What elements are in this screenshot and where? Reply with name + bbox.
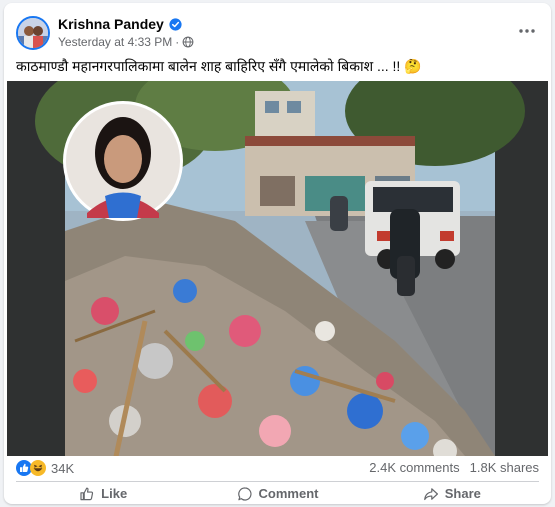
share-button[interactable]: Share (365, 483, 539, 504)
author-avatar[interactable] (16, 16, 50, 50)
post-card: Krishna Pandey Yesterday at 4:33 PM · का… (4, 3, 551, 504)
post-stats: 2.4K comments 1.8K shares (369, 460, 539, 475)
actions-divider (16, 481, 539, 482)
avatar-image (18, 18, 48, 48)
shares-count[interactable]: 1.8K shares (470, 460, 539, 475)
verified-badge-icon (169, 17, 182, 31)
reaction-count: 34K (51, 460, 75, 476)
post-timestamp[interactable]: Yesterday at 4:33 PM (58, 35, 172, 49)
comment-bubble-icon (237, 486, 252, 501)
author-name-text: Krishna Pandey (58, 16, 164, 32)
globe-icon (182, 36, 194, 48)
thinking-emoji-icon: 🤔 (404, 58, 422, 74)
comment-button[interactable]: Comment (190, 483, 364, 504)
like-label: Like (101, 486, 128, 501)
reactions-summary[interactable]: 34K (16, 460, 74, 476)
garbage-street-photo (7, 81, 548, 456)
meta-separator: · (175, 35, 180, 49)
thumbs-up-icon (80, 487, 94, 500)
share-label: Share (444, 486, 481, 501)
haha-icon (30, 460, 46, 476)
like-button[interactable]: Like (16, 483, 190, 504)
comments-count[interactable]: 2.4K comments (369, 460, 459, 475)
post-caption: काठमाण्डौ महानगरपालिकामा बालेन शाह बाहिर… (16, 57, 539, 76)
post-photo[interactable] (7, 81, 548, 456)
post-meta: Yesterday at 4:33 PM · (58, 35, 194, 49)
post-actions: Like Comment Share (16, 483, 539, 504)
comment-label: Comment (258, 486, 319, 501)
more-dots-icon (519, 29, 535, 33)
author-name[interactable]: Krishna Pandey (58, 16, 182, 32)
caption-text: काठमाण्डौ महानगरपालिकामा बालेन शाह बाहिर… (16, 58, 401, 74)
share-arrow-icon (423, 487, 438, 500)
more-options-button[interactable] (513, 21, 541, 41)
